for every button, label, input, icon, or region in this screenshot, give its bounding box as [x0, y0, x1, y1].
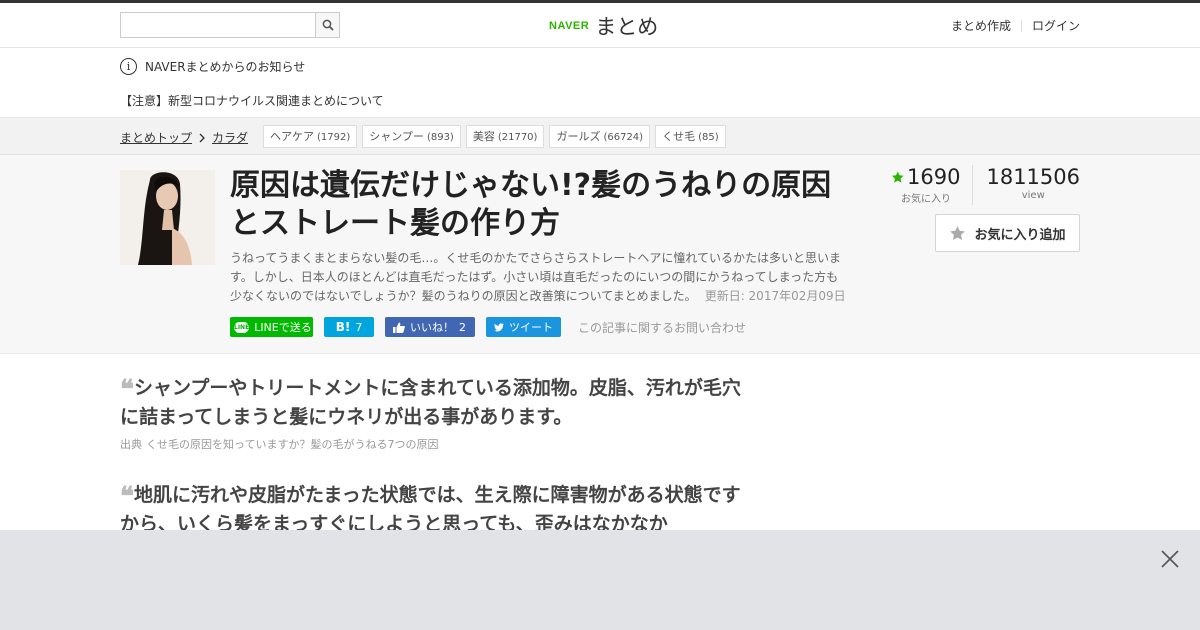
- updated-date: 更新日: 2017年02月09日: [704, 289, 846, 303]
- search-button[interactable]: [315, 13, 339, 37]
- notice-area: i NAVERまとめからのお知らせ 【注意】新型コロナウイルス関連まとめについて: [0, 48, 1200, 118]
- tag-shampoo[interactable]: シャンプー (893): [362, 125, 461, 148]
- hatena-icon: B!: [335, 320, 351, 334]
- login-link[interactable]: ログイン: [1032, 17, 1080, 34]
- tag-girls[interactable]: ガールズ (66724): [549, 125, 651, 148]
- twitter-bird-icon: [494, 322, 504, 331]
- tag-label: 美容: [472, 130, 495, 143]
- add-favorite-button[interactable]: お気に入り追加: [935, 214, 1080, 252]
- views-label: view: [1021, 190, 1045, 201]
- add-favorite-label: お気に入り追加: [974, 227, 1066, 243]
- views-count: 1811506: [986, 165, 1080, 189]
- tag-count: (21770): [497, 132, 538, 143]
- logo-matome: まとめ: [595, 15, 659, 39]
- breadcrumb-top[interactable]: まとめトップ: [120, 129, 192, 146]
- hatena-count: 7: [355, 320, 363, 334]
- tag-kusege[interactable]: くせ毛 (85): [655, 125, 726, 148]
- tweet-button[interactable]: ツイート: [486, 317, 561, 337]
- quote-source: 出典 くせ毛の原因を知っていますか？髪の毛がうねる7つの原因: [120, 436, 745, 452]
- tag-beauty[interactable]: 美容 (21770): [465, 125, 545, 148]
- search-input[interactable]: [121, 13, 315, 37]
- quote-mark-icon: ❝: [120, 482, 134, 512]
- favorites-number: 1690: [891, 165, 960, 189]
- info-icon: i: [120, 58, 137, 75]
- line-label: LINEで送る: [254, 321, 312, 334]
- tag-label: シャンプー: [369, 130, 424, 143]
- article-thumbnail: [120, 170, 215, 265]
- site-logo[interactable]: NAVER まとめ: [549, 11, 658, 41]
- breadcrumb: まとめトップ カラダ: [120, 129, 248, 146]
- breadcrumb-category[interactable]: カラダ: [212, 129, 248, 146]
- create-matome-link[interactable]: まとめ作成: [951, 17, 1011, 34]
- article-stats: 1690 お気に入り 1811506 view: [891, 165, 1080, 205]
- tag-label: ガールズ: [556, 130, 601, 143]
- tag-haircare[interactable]: ヘアケア (1792): [263, 125, 358, 148]
- favorites-count: 1690: [907, 165, 961, 189]
- social-buttons: LINE LINEで送る B! 7 いいね！ 2 ツイート この記事に関するお問…: [230, 317, 746, 337]
- header-divider: [1020, 19, 1022, 32]
- article-title: 原因は遺伝だけじゃない!?髪のうねりの原因とストレート髪の作り方: [230, 168, 832, 241]
- quote-text: シャンプーやトリートメントに含まれている添加物。皮脂、汚れが毛穴に詰まってしまう…: [120, 377, 741, 428]
- search-icon: [322, 19, 334, 31]
- tag-count: (85): [698, 132, 719, 143]
- views-stat: 1811506 view: [973, 165, 1080, 205]
- article-header: 原因は遺伝だけじゃない!?髪のうねりの原因とストレート髪の作り方 うねってうまく…: [0, 155, 1200, 354]
- favorites-label: お気に入り: [900, 194, 951, 205]
- article-content: ❝ シャンプーやトリートメントに含まれている添加物。皮脂、汚れが毛穴に詰まってしま…: [120, 375, 745, 538]
- tweet-label: ツイート: [509, 321, 553, 334]
- source-link[interactable]: くせ毛の原因を知っていますか？髪の毛がうねる7つの原因: [146, 438, 438, 451]
- quote-mark-icon: ❝: [120, 375, 134, 405]
- notice-heading: i NAVERまとめからのお知らせ: [120, 58, 305, 75]
- breadcrumb-bar: まとめトップ カラダ ヘアケア (1792) シャンプー (893) 美容 (2177…: [0, 118, 1200, 155]
- line-share-button[interactable]: LINE LINEで送る: [230, 317, 313, 337]
- notice-item[interactable]: 【注意】新型コロナウイルス関連まとめについて: [120, 92, 384, 109]
- thumbs-up-icon: [393, 322, 405, 333]
- source-label: 出典: [120, 438, 142, 451]
- contact-link[interactable]: この記事に関するお問い合わせ: [578, 319, 746, 336]
- favorites-stat: 1690 お気に入り: [891, 165, 974, 205]
- search-box: [120, 12, 340, 38]
- tag-count: (66724): [603, 132, 644, 143]
- tag-label: ヘアケア: [270, 130, 314, 143]
- tag-label: くせ毛: [662, 130, 696, 143]
- hatena-bookmark-button[interactable]: B! 7: [324, 317, 374, 337]
- logo-naver: NAVER: [549, 20, 590, 32]
- bottom-ad-overlay: [0, 530, 1200, 630]
- site-header: NAVER まとめ まとめ作成 ログイン: [0, 3, 1200, 48]
- facebook-label: いいね！: [410, 321, 454, 334]
- notice-title: NAVERまとめからのお知らせ: [145, 60, 306, 74]
- chevron-right-icon: [199, 133, 205, 142]
- quote-text: 地肌に汚れや皮脂がたまった状態では、生え際に障害物がある状態ですから、いくら髪を…: [120, 484, 741, 535]
- tag-count: (1792): [317, 132, 351, 143]
- article-description: うねってうまくまとまらない髪の毛…。くせ毛のかたでさらさらストレートヘアに憧れて…: [230, 249, 850, 306]
- close-icon[interactable]: [1160, 549, 1180, 569]
- tag-count: (893): [426, 132, 454, 143]
- facebook-count: 2: [459, 320, 466, 334]
- thumbnail-image: [120, 170, 215, 265]
- quote-block: ❝ シャンプーやトリートメントに含まれている添加物。皮脂、汚れが毛穴に詰まってしま…: [120, 375, 745, 431]
- header-links: まとめ作成 ログイン: [951, 17, 1080, 34]
- tag-list: ヘアケア (1792) シャンプー (893) 美容 (21770) ガールズ (667…: [263, 125, 726, 148]
- star-icon: [950, 225, 966, 240]
- line-icon: LINE: [234, 321, 250, 333]
- star-icon: [892, 171, 905, 183]
- facebook-like-button[interactable]: いいね！ 2: [385, 317, 475, 337]
